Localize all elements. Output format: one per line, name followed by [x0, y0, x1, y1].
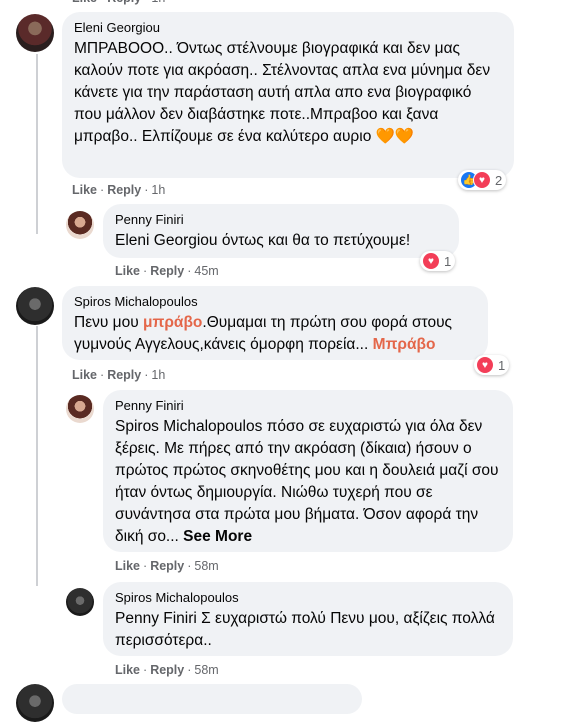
reply-thread-line — [36, 326, 38, 586]
comment-actions: Like · Reply · 58m — [115, 559, 219, 573]
comment-bubble: Eleni Georgiou ΜΠΡΑΒΟΟΟ.. Όντως στέλνουμ… — [62, 12, 514, 178]
comment-actions: Like · Reply · 1h — [72, 368, 166, 382]
avatar[interactable] — [16, 684, 54, 722]
reaction-count: 1 — [444, 253, 452, 269]
timestamp: 1h — [151, 183, 166, 197]
like-link[interactable]: Like — [115, 663, 140, 677]
reaction-summary[interactable]: ♥ 1 — [420, 251, 456, 271]
reply-link[interactable]: Reply — [150, 559, 184, 573]
reply-link[interactable]: Reply — [150, 663, 184, 677]
avatar[interactable] — [66, 211, 94, 239]
avatar[interactable] — [16, 287, 54, 325]
reply-link[interactable]: Reply — [150, 264, 184, 278]
like-link[interactable]: Like — [72, 0, 97, 5]
reply-bubble: Spiros Michalopoulos Penny Finiri Σ ευχα… — [103, 582, 513, 656]
like-link[interactable]: Like — [72, 368, 97, 382]
comment-author[interactable]: Spiros Michalopoulos — [74, 294, 476, 310]
avatar[interactable] — [66, 588, 94, 616]
comment-author[interactable]: Spiros Michalopoulos — [115, 590, 501, 606]
like-link[interactable]: Like — [115, 559, 140, 573]
timestamp: 1h — [151, 0, 165, 5]
reaction-summary[interactable]: ♥ 1 — [474, 355, 510, 375]
reply-link[interactable]: Reply — [107, 368, 141, 382]
see-more-link[interactable]: See More — [183, 528, 252, 545]
comment-author[interactable]: Penny Finiri — [115, 398, 501, 414]
comment-text: Πενυ μου μπράβο.Θυμαμαι τη πρώτη σου φορ… — [74, 314, 453, 353]
comment-author[interactable]: Penny Finiri — [115, 212, 447, 228]
comment-text: Eleni Georgiou όντως και θα το πετύχουμε… — [115, 232, 411, 249]
love-icon: ♥ — [422, 252, 440, 270]
reaction-count: 1 — [498, 357, 506, 373]
previous-comment-actions: Like·Reply·1h — [72, 0, 165, 6]
comment-text: Penny Finiri Σ ευχαριστώ πολύ Πενυ μου, … — [115, 610, 495, 649]
mention-link[interactable]: Eleni Georgiou — [115, 232, 218, 249]
timestamp: 58m — [194, 663, 219, 677]
timestamp: 58m — [194, 559, 219, 573]
mention-link[interactable]: Spiros Michalopoulos — [115, 418, 262, 435]
like-link[interactable]: Like — [115, 264, 140, 278]
heart-emoji: 🧡🧡 — [375, 128, 415, 145]
timestamp: 1h — [151, 368, 166, 382]
comment-author[interactable]: Eleni Georgiou — [74, 20, 502, 36]
comment-bubble — [62, 684, 362, 714]
love-icon: ♥ — [473, 171, 491, 189]
comment-actions: Like · Reply · 1h — [72, 183, 166, 197]
reply-link[interactable]: Reply — [107, 0, 141, 5]
mention-link[interactable]: Penny Finiri — [115, 610, 197, 627]
reply-link[interactable]: Reply — [107, 183, 141, 197]
reaction-summary[interactable]: 👍 ♥ 2 — [458, 170, 507, 190]
reply-bubble: Penny Finiri Spiros Michalopoulos πόσο σ… — [103, 390, 513, 552]
timestamp: 45m — [194, 264, 219, 278]
comment-actions: Like · Reply · 58m — [115, 663, 219, 677]
reply-bubble: Penny Finiri Eleni Georgiou όντως και θα… — [103, 204, 459, 258]
like-link[interactable]: Like — [72, 183, 97, 197]
comment-actions: Like · Reply · 45m — [115, 264, 219, 278]
avatar[interactable] — [66, 395, 94, 423]
comment-text: Spiros Michalopoulos πόσο σε ευχαριστώ γ… — [115, 418, 499, 545]
reply-thread-line — [36, 54, 38, 234]
love-icon: ♥ — [476, 356, 494, 374]
comment-bubble: Spiros Michalopoulos Πενυ μου μπράβο.Θυμ… — [62, 286, 488, 360]
comment-text: ΜΠΡΑΒΟΟΟ.. Όντως στέλνουμε βιογραφικά κα… — [74, 40, 491, 145]
reaction-count: 2 — [495, 172, 503, 188]
avatar[interactable] — [16, 14, 54, 52]
